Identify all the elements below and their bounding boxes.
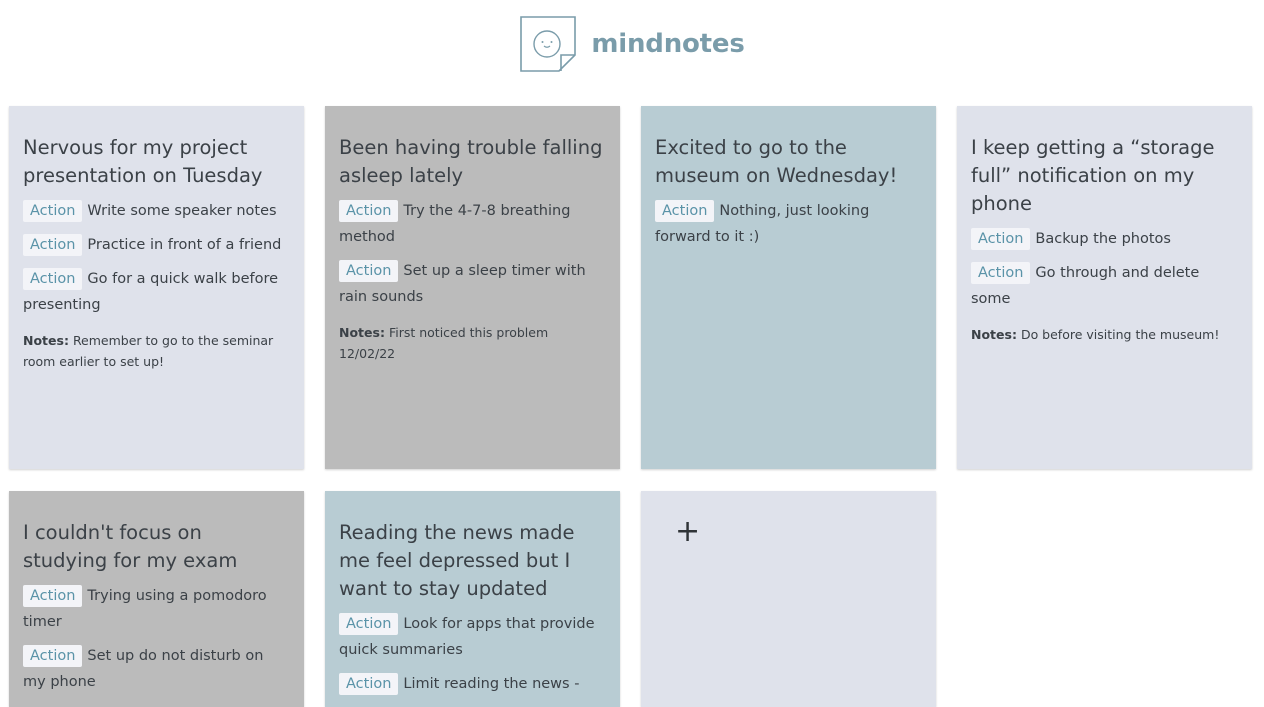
- note-title: Nervous for my project presentation on T…: [23, 136, 263, 187]
- note-card[interactable]: I couldn't focus on studying for my exam…: [9, 491, 304, 707]
- action-item: Action Go through and delete some: [971, 260, 1238, 312]
- action-tag: Action: [971, 228, 1031, 250]
- action-tag: Action: [23, 268, 83, 290]
- note-card[interactable]: Excited to go to the museum on Wednesday…: [641, 106, 936, 469]
- action-tag: Action: [23, 585, 83, 607]
- action-item: Action Trying using a pomodoro timer: [23, 583, 290, 635]
- action-tag: Action: [655, 200, 715, 222]
- notes-label: Notes:: [971, 327, 1017, 342]
- action-tag: Action: [339, 613, 399, 635]
- note-card[interactable]: Been having trouble falling asleep latel…: [325, 106, 620, 469]
- note-card[interactable]: Nervous for my project presentation on T…: [9, 106, 304, 469]
- action-text: Limit reading the news -: [403, 676, 580, 692]
- note-card[interactable]: I keep getting a “storage full” notifica…: [957, 106, 1252, 469]
- action-item: Action Limit reading the news -: [339, 671, 606, 697]
- add-note-card[interactable]: +: [641, 491, 936, 707]
- note-title: I couldn't focus on studying for my exam: [23, 521, 238, 572]
- action-tag: Action: [971, 262, 1031, 284]
- action-item: Action Go for a quick walk before present…: [23, 266, 290, 318]
- action-tag: Action: [23, 200, 83, 222]
- action-item: Action Look for apps that provide quick s…: [339, 611, 606, 663]
- action-text: Backup the photos: [1035, 231, 1171, 247]
- app-name: mindnotes: [591, 29, 745, 59]
- note-notes: Notes: Remember to go to the seminar roo…: [23, 330, 290, 372]
- action-item: Action Set up do not disturb on my phone: [23, 643, 290, 695]
- note-title: Been having trouble falling asleep latel…: [339, 136, 603, 187]
- action-item: Action Nothing, just looking forward to i…: [655, 198, 922, 250]
- note-title: Reading the news made me feel depressed …: [339, 521, 575, 600]
- action-item: Action Backup the photos: [971, 226, 1238, 252]
- note-notes: Notes: Do before visiting the museum!: [971, 324, 1238, 345]
- action-tag: Action: [23, 645, 83, 667]
- action-item: Action Write some speaker notes: [23, 198, 290, 224]
- action-tag: Action: [339, 200, 399, 222]
- action-text: Practice in front of a friend: [87, 237, 282, 253]
- action-item: Action Try the 4-7-8 breathing method: [339, 198, 606, 250]
- plus-icon[interactable]: +: [675, 517, 700, 547]
- action-item: Action Practice in front of a friend: [23, 232, 290, 258]
- notes-label: Notes:: [23, 333, 69, 348]
- note-title: Excited to go to the museum on Wednesday…: [655, 136, 898, 187]
- action-text: Write some speaker notes: [87, 203, 277, 219]
- notes-text: Do before visiting the museum!: [1020, 327, 1220, 342]
- smiley-note-icon: [519, 15, 577, 73]
- action-tag: Action: [23, 234, 83, 256]
- action-tag: Action: [339, 673, 399, 695]
- action-item: Action Set up a sleep timer with rain sou…: [339, 258, 606, 310]
- notes-label: Notes:: [339, 325, 385, 340]
- note-card[interactable]: Reading the news made me feel depressed …: [325, 491, 620, 707]
- action-tag: Action: [339, 260, 399, 282]
- note-title: I keep getting a “storage full” notifica…: [971, 136, 1215, 215]
- note-notes: Notes: First noticed this problem 12/02/…: [339, 322, 606, 364]
- app-header: mindnotes: [0, 14, 1264, 74]
